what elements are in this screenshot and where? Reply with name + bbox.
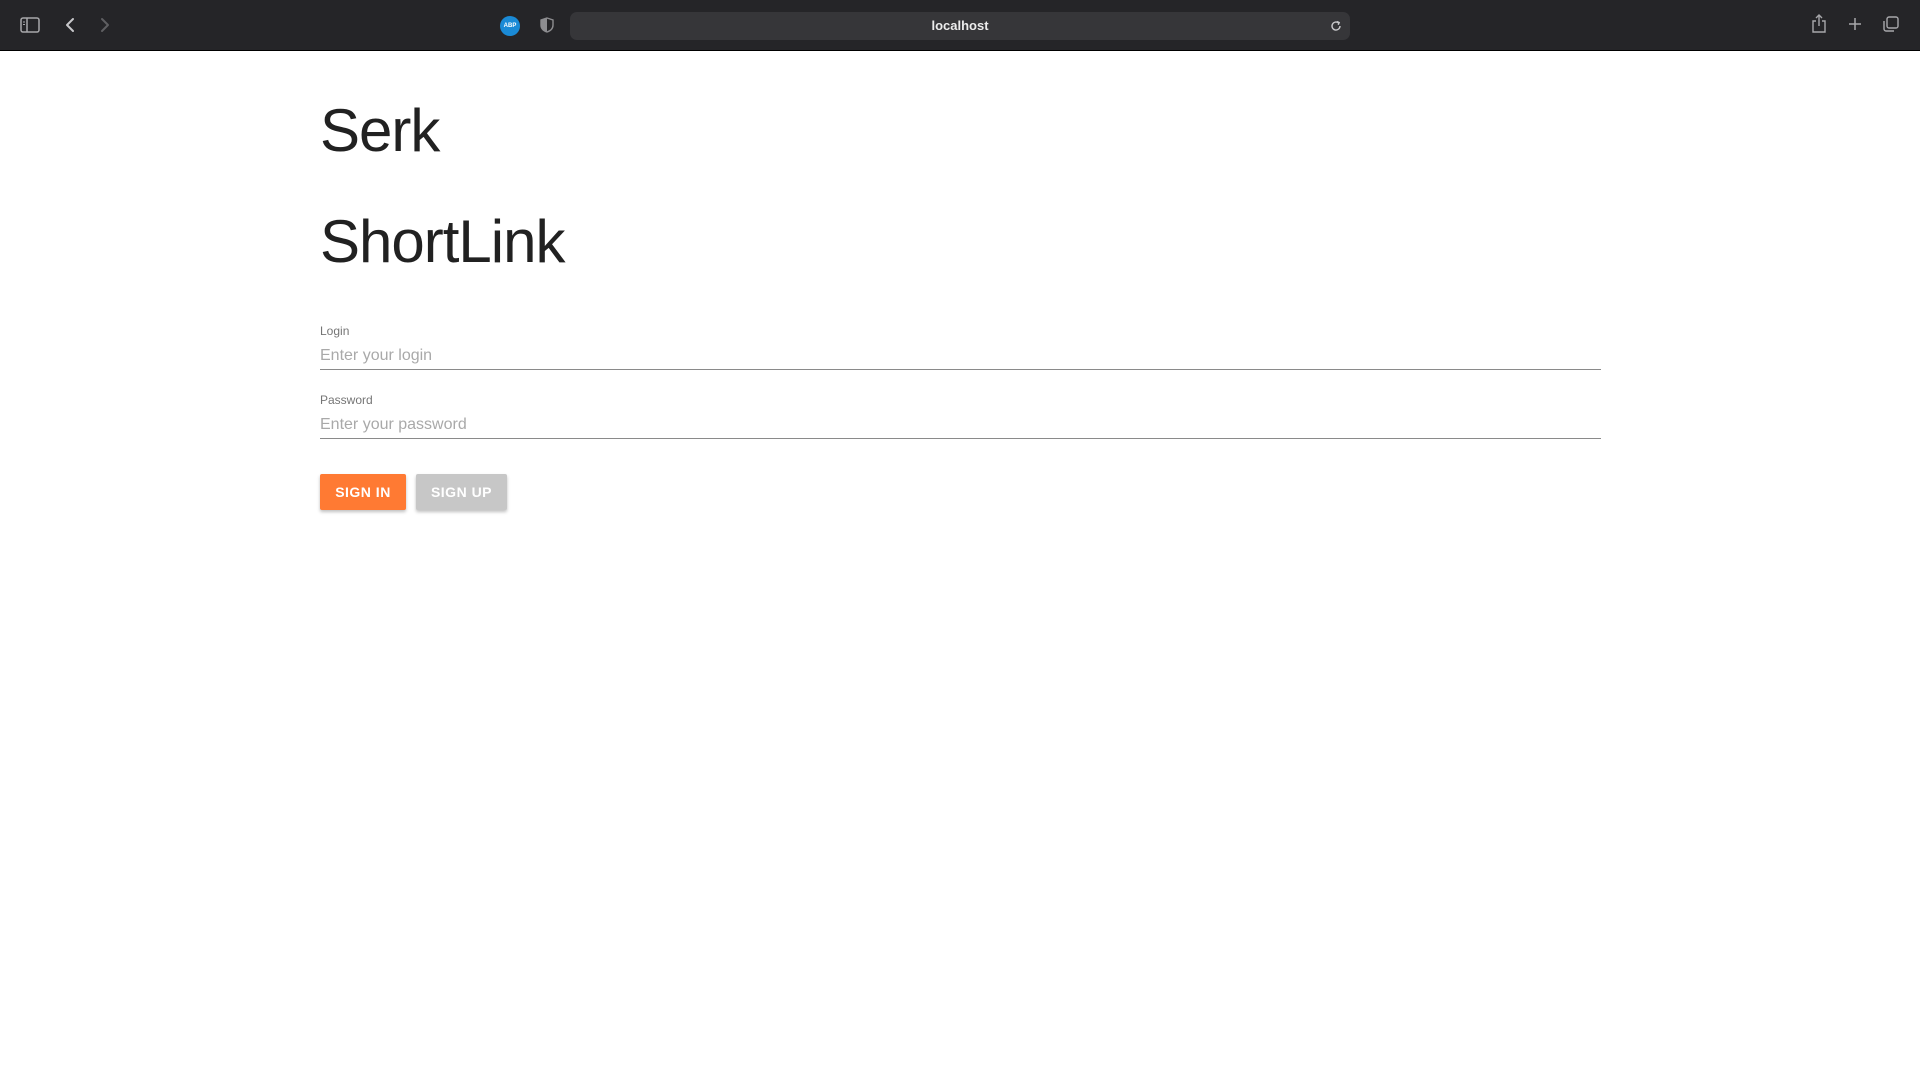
brand-title: Serk xyxy=(320,97,440,164)
sign-in-button[interactable]: SIGN IN xyxy=(320,474,406,510)
password-input[interactable] xyxy=(320,411,1601,439)
address-bar[interactable]: localhost xyxy=(570,12,1350,40)
url-text: localhost xyxy=(931,18,989,33)
app-title: ShortLink xyxy=(320,208,565,275)
reload-icon[interactable] xyxy=(1328,18,1344,34)
chevron-right-icon[interactable] xyxy=(98,16,112,34)
abp-extension-icon[interactable]: ABP xyxy=(500,16,520,36)
password-label: Password xyxy=(320,393,373,407)
chevron-left-icon[interactable] xyxy=(63,16,77,34)
browser-toolbar: ABP localhost xyxy=(0,0,1920,51)
tabs-overview-icon[interactable] xyxy=(1882,15,1900,33)
plus-icon[interactable] xyxy=(1847,16,1863,32)
sign-up-button[interactable]: SIGN UP xyxy=(416,474,507,510)
share-icon[interactable] xyxy=(1810,13,1828,35)
sidebar-icon[interactable] xyxy=(20,16,40,34)
shield-icon[interactable] xyxy=(539,16,555,34)
password-field: Password xyxy=(320,393,1601,443)
login-input[interactable] xyxy=(320,342,1601,370)
login-label: Login xyxy=(320,324,350,338)
login-field: Login xyxy=(320,324,1601,374)
